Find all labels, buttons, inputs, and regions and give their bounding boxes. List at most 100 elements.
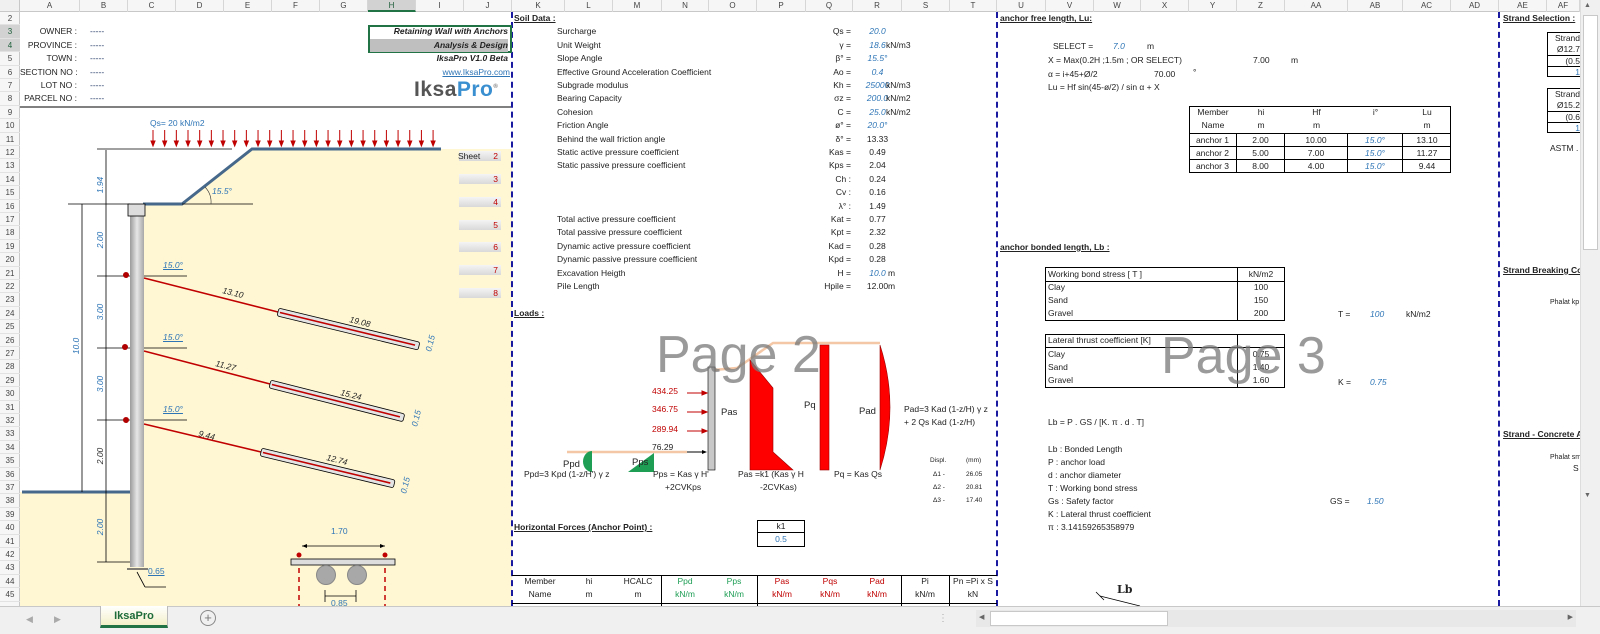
row-header-17[interactable]: 17 xyxy=(0,213,20,227)
info-value[interactable]: ----- xyxy=(90,39,104,52)
column-header-ad[interactable]: AD xyxy=(1451,0,1499,12)
soil-param-value[interactable]: 0.4 xyxy=(853,66,902,79)
strand-box1-cell[interactable]: 1 xyxy=(1547,66,1580,77)
column-header-g[interactable]: G xyxy=(320,0,368,12)
column-header-z[interactable]: Z xyxy=(1237,0,1285,12)
row-header-5[interactable]: 5 xyxy=(0,52,20,66)
row-header-12[interactable]: 12 xyxy=(0,146,20,160)
scroll-down-icon[interactable]: ▼ xyxy=(1584,492,1591,499)
row-header-40[interactable]: 40 xyxy=(0,521,20,535)
column-header-a[interactable]: A xyxy=(20,0,80,12)
select-value[interactable]: 7.0 xyxy=(1113,40,1125,53)
k-value[interactable]: 0.75 xyxy=(1370,376,1387,389)
column-header-s[interactable]: S xyxy=(902,0,950,12)
vertical-scroll-thumb[interactable] xyxy=(1583,15,1598,250)
column-header-h[interactable]: H xyxy=(368,0,416,12)
row-header-29[interactable]: 29 xyxy=(0,374,20,388)
row-header-27[interactable]: 27 xyxy=(0,347,20,361)
row-header-43[interactable]: 43 xyxy=(0,561,20,575)
row-header-41[interactable]: 41 xyxy=(0,535,20,548)
column-header-e[interactable]: E xyxy=(224,0,272,12)
column-header-i[interactable]: I xyxy=(416,0,464,12)
column-header-x[interactable]: X xyxy=(1141,0,1189,12)
t-value[interactable]: 100 xyxy=(1370,308,1384,321)
gs-value[interactable]: 1.50 xyxy=(1367,495,1384,508)
column-header-t[interactable]: T xyxy=(950,0,997,12)
row-header-9[interactable]: 9 xyxy=(0,106,20,120)
row-header-32[interactable]: 32 xyxy=(0,414,20,428)
sheet-2-button[interactable]: Sheet 2 xyxy=(458,151,501,161)
column-header-ae[interactable]: AE xyxy=(1499,0,1547,12)
column-header-v[interactable]: V xyxy=(1046,0,1094,12)
column-header-ac[interactable]: AC xyxy=(1403,0,1451,12)
row-header-22[interactable]: 22 xyxy=(0,280,20,294)
row-header-39[interactable]: 39 xyxy=(0,508,20,522)
sheet-5-button[interactable]: 5 xyxy=(459,220,501,230)
row-header-35[interactable]: 35 xyxy=(0,454,20,468)
column-header-ab[interactable]: AB xyxy=(1348,0,1403,12)
row-header-24[interactable]: 24 xyxy=(0,307,20,321)
row-header-25[interactable]: 25 xyxy=(0,320,20,334)
row-header-8[interactable]: 8 xyxy=(0,92,20,106)
row-header-36[interactable]: 36 xyxy=(0,468,20,481)
column-header-af[interactable]: AF xyxy=(1547,0,1580,12)
info-value[interactable]: ----- xyxy=(90,52,104,65)
worksheet[interactable]: 1.94 2.00 3.00 3.00 2.00 2.00 10.0 13.10… xyxy=(0,0,1580,606)
column-header-u[interactable]: U xyxy=(997,0,1046,12)
strand-box2-cell[interactable]: 1 xyxy=(1547,122,1580,133)
column-header-c[interactable]: C xyxy=(128,0,176,12)
prev-sheet-icon[interactable]: ◀ xyxy=(26,614,33,625)
horizontal-scrollbar[interactable]: ◀ ▶ xyxy=(976,610,1576,627)
tab-splitter[interactable]: ⋮ xyxy=(938,613,948,624)
row-header-3[interactable]: 3 xyxy=(0,25,20,39)
lu-cell[interactable]: 15.0° xyxy=(1348,147,1403,160)
row-header-10[interactable]: 10 xyxy=(0,119,20,133)
column-header-l[interactable]: L xyxy=(565,0,613,12)
k1-value[interactable]: 0.5 xyxy=(757,533,805,546)
column-header-d[interactable]: D xyxy=(176,0,224,12)
scroll-left-icon[interactable]: ◀ xyxy=(979,613,984,621)
column-header-k[interactable]: K xyxy=(512,0,565,12)
row-header-19[interactable]: 19 xyxy=(0,240,20,254)
row-header-44[interactable]: 44 xyxy=(0,575,20,589)
info-value[interactable]: ----- xyxy=(90,92,104,105)
row-header-4[interactable]: 4 xyxy=(0,38,20,53)
row-header-34[interactable]: 34 xyxy=(0,441,20,455)
column-header-m[interactable]: M xyxy=(613,0,662,12)
row-header-31[interactable]: 31 xyxy=(0,401,20,414)
row-header-38[interactable]: 38 xyxy=(0,494,20,508)
sheet-6-button[interactable]: 6 xyxy=(459,242,501,252)
column-header-y[interactable]: Y xyxy=(1189,0,1237,12)
column-header-f[interactable]: F xyxy=(272,0,320,12)
row-header-2[interactable]: 2 xyxy=(0,12,20,26)
row-header-6[interactable]: 6 xyxy=(0,66,20,79)
column-header-j[interactable]: J xyxy=(464,0,512,12)
column-header-p[interactable]: P xyxy=(757,0,806,12)
row-header-21[interactable]: 21 xyxy=(0,267,20,280)
scroll-right-icon[interactable]: ▶ xyxy=(1568,613,1573,621)
column-header-q[interactable]: Q xyxy=(806,0,853,12)
lu-cell[interactable]: 15.0° xyxy=(1348,160,1403,173)
select-all-corner[interactable] xyxy=(0,0,20,12)
row-header-33[interactable]: 33 xyxy=(0,427,20,441)
row-header-42[interactable]: 42 xyxy=(0,548,20,562)
row-header-15[interactable]: 15 xyxy=(0,186,20,200)
row-header-23[interactable]: 23 xyxy=(0,293,20,307)
row-header-11[interactable]: 11 xyxy=(0,133,20,146)
row-header-30[interactable]: 30 xyxy=(0,387,20,401)
info-value[interactable]: ----- xyxy=(90,79,104,92)
row-header-18[interactable]: 18 xyxy=(0,226,20,240)
row-header-45[interactable]: 45 xyxy=(0,588,20,602)
column-header-n[interactable]: N xyxy=(662,0,709,12)
row-header-37[interactable]: 37 xyxy=(0,481,20,495)
soil-param-value[interactable]: 15.5° xyxy=(853,52,902,65)
column-header-r[interactable]: R xyxy=(853,0,902,12)
vertical-scrollbar[interactable]: ▲ ▼ xyxy=(1580,0,1600,606)
sheet-8-button[interactable]: 8 xyxy=(459,288,501,298)
sheet-3-button[interactable]: 3 xyxy=(459,174,501,184)
soil-param-value[interactable]: 20.0° xyxy=(853,119,902,132)
website-link[interactable]: www.IksaPro.com xyxy=(370,66,510,79)
column-header-aa[interactable]: AA xyxy=(1285,0,1348,12)
info-value[interactable]: ----- xyxy=(90,66,104,79)
lu-cell[interactable]: 15.0° xyxy=(1348,134,1403,147)
